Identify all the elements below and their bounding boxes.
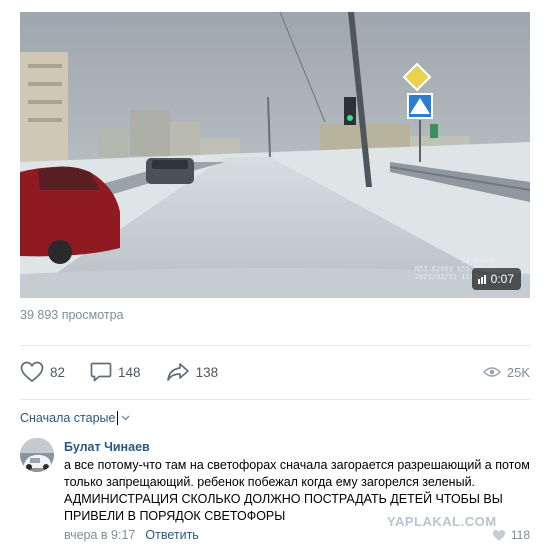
eye-icon: [482, 367, 501, 377]
view-count-text: 39 893 просмотра: [20, 308, 124, 322]
comment-count: 148: [118, 364, 141, 380]
share-count: 138: [195, 364, 219, 380]
comment-time[interactable]: вчера в 9:17: [64, 528, 135, 542]
duration-label: 0:07: [490, 272, 514, 286]
avatar[interactable]: [20, 438, 54, 472]
comment-like-count: 118: [510, 528, 530, 542]
sort-dropdown[interactable]: Сначала старые: [20, 411, 130, 425]
comment-author[interactable]: Булат Чинаев: [64, 440, 150, 454]
reply-button[interactable]: Ответить: [145, 528, 198, 542]
text-cursor: [117, 411, 119, 425]
overlay-speed: 52.6km/h: [461, 257, 495, 265]
divider: [20, 345, 530, 346]
duration-badge: 0:07: [471, 268, 521, 290]
like-count: 82: [50, 364, 66, 380]
video-player[interactable]: 52.6km/h N53.62089 E55.00000 2021/02/11 …: [20, 12, 530, 298]
like-button[interactable]: 82: [20, 361, 65, 383]
heart-icon: [20, 361, 44, 383]
views-counter-value: 25K: [506, 364, 530, 380]
heart-icon: [492, 529, 505, 541]
avatar-image: [20, 438, 54, 472]
action-bar: 82 148 138 25K: [20, 360, 530, 384]
views-counter: 25K: [482, 364, 530, 380]
comment-button[interactable]: 148: [90, 361, 141, 383]
sort-label: Сначала старые: [20, 411, 116, 425]
share-icon: [166, 363, 189, 381]
share-button[interactable]: 138: [166, 361, 219, 383]
watermark: YAPLAKAL.COM: [387, 514, 497, 529]
comment-icon: [90, 362, 112, 382]
divider: [20, 399, 530, 400]
chevron-down-icon: [121, 415, 130, 421]
quality-bars-icon: [477, 274, 486, 284]
comment-meta: вчера в 9:17 Ответить: [64, 528, 199, 542]
comment-like-button[interactable]: 118: [492, 528, 530, 542]
video-frame: [20, 12, 530, 298]
